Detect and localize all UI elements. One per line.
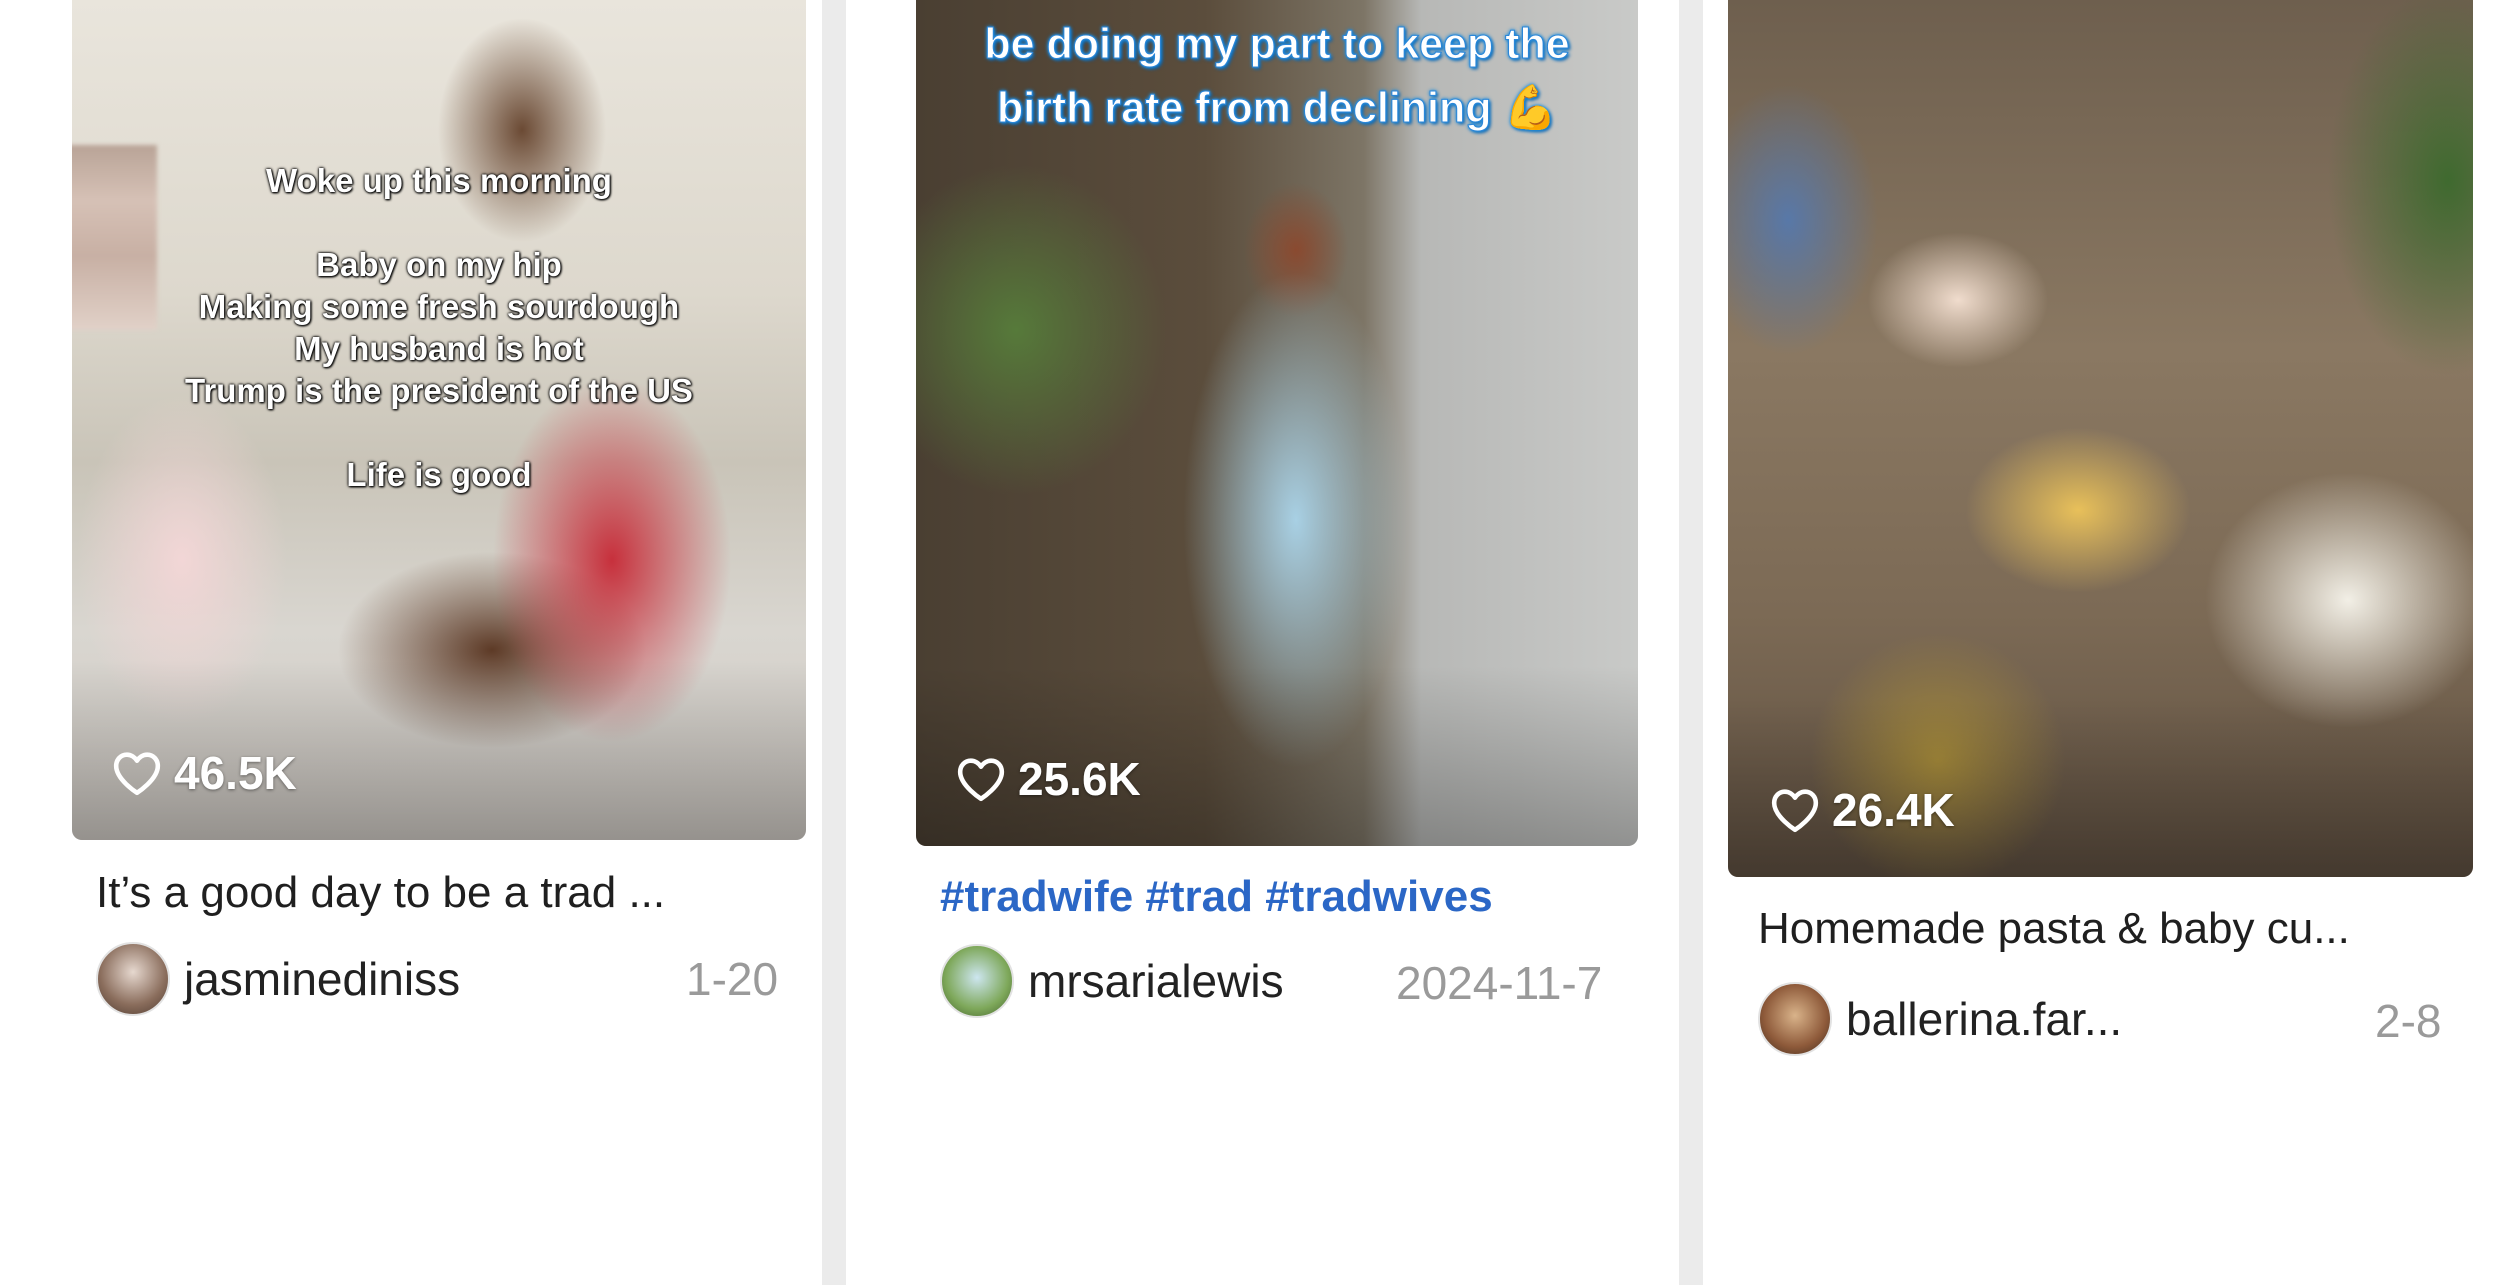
- heart-outline-icon: [956, 756, 1006, 802]
- avatar[interactable]: [1758, 982, 1832, 1056]
- heart-outline-icon: [1770, 787, 1820, 833]
- video-thumbnail[interactable]: 26.4K: [1728, 0, 2473, 877]
- author-name[interactable]: mrsarialewis: [1028, 954, 1284, 1008]
- like-count: 46.5K: [112, 746, 297, 800]
- overlay-line: Baby on my hip: [316, 246, 562, 283]
- overlay-line: Woke up this morning: [266, 162, 612, 199]
- author-link[interactable]: ballerina.far...: [1758, 982, 2122, 1056]
- avatar[interactable]: [940, 944, 1014, 1018]
- post-date: 2024-11-7: [1396, 957, 1603, 1009]
- overlay-line: Life is good: [346, 456, 532, 493]
- like-count-value: 25.6K: [1018, 753, 1141, 805]
- author-name[interactable]: jasminediniss: [184, 952, 460, 1006]
- like-count-value: 46.5K: [174, 747, 297, 799]
- overlay-line: Trump is the president of the US: [185, 372, 693, 409]
- video-title[interactable]: It’s a good day to be a trad ...: [96, 868, 665, 918]
- overlay-line: Making some fresh sourdough: [198, 288, 680, 325]
- overlay-line: be doing my part to keep the: [984, 20, 1570, 69]
- video-title-hashtags[interactable]: #tradwife #trad #tradwives: [940, 872, 1493, 922]
- video-thumbnail[interactable]: be doing my part to keep the birth rate …: [916, 0, 1638, 846]
- video-overlay-text: Woke up this morning Baby on my hip Maki…: [72, 160, 806, 496]
- author-link[interactable]: jasminediniss: [96, 942, 460, 1016]
- overlay-line: birth rate from declining 💪: [996, 84, 1558, 133]
- video-card[interactable]: Woke up this morning Baby on my hip Maki…: [0, 0, 822, 1285]
- avatar[interactable]: [96, 942, 170, 1016]
- video-card[interactable]: 26.4K: [1703, 0, 2500, 1285]
- overlay-line: My husband is hot: [294, 330, 584, 367]
- post-date: 2-8: [2375, 995, 2442, 1047]
- like-count: 25.6K: [956, 752, 1141, 806]
- video-overlay-text: be doing my part to keep the birth rate …: [916, 12, 1638, 140]
- post-date: 1-20: [686, 953, 779, 1005]
- like-count-value: 26.4K: [1832, 784, 1955, 836]
- author-link[interactable]: mrsarialewis: [940, 944, 1284, 1018]
- like-count: 26.4K: [1770, 783, 1955, 837]
- video-card[interactable]: be doing my part to keep the birth rate …: [846, 0, 1679, 1285]
- video-title[interactable]: Homemade pasta & baby cu...: [1758, 904, 2350, 954]
- video-thumbnail[interactable]: Woke up this morning Baby on my hip Maki…: [72, 0, 806, 840]
- heart-outline-icon: [112, 750, 162, 796]
- author-name[interactable]: ballerina.far...: [1846, 992, 2122, 1046]
